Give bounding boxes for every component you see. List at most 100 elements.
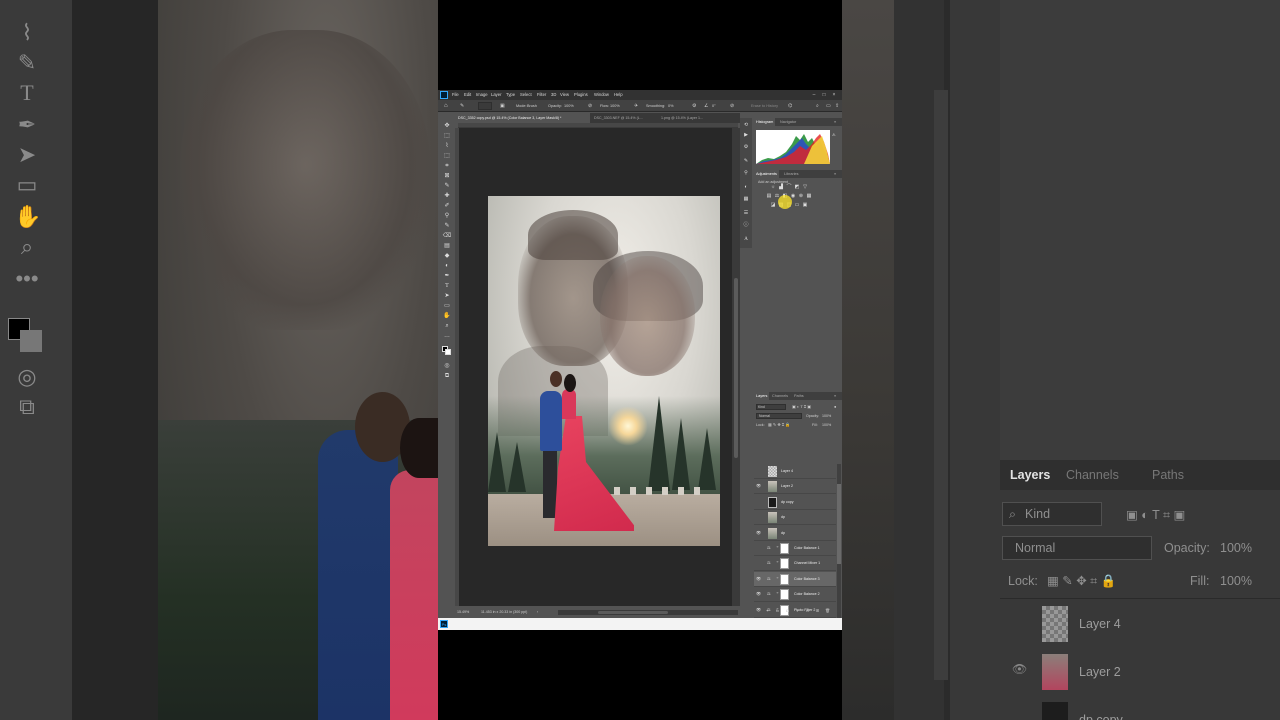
menu-type[interactable]: Type [506,90,515,100]
layer-thumbnail[interactable] [768,527,777,539]
photoshop-taskbar-icon[interactable]: Ps [440,620,448,628]
new-layer-icon[interactable]: ⊞ [814,607,821,615]
brush-tool-icon[interactable]: ✐ [442,202,452,210]
channel-mixer-icon[interactable]: ⊛ [798,193,804,199]
clone-stamp-tool-icon[interactable]: ⚲ [442,212,452,220]
gradient-map-icon[interactable]: ▭ [794,202,800,208]
airbrush-icon[interactable]: ✈ [634,102,638,110]
layer-row[interactable]: 👁 ⚖ ⚭ Color Balance 2 [754,587,836,603]
layer-thumbnail[interactable] [768,481,777,493]
layer-row[interactable]: 👁 dp [754,526,836,541]
add-mask-icon[interactable]: ◘ [784,607,791,615]
menu-3d[interactable]: 3D [551,90,556,100]
doc-tab-active[interactable]: DSC_3352 copy.psd @ 15.4% (Color Balance… [455,113,590,123]
more-tools-icon[interactable]: … [442,332,452,340]
mode-select[interactable]: Brush [527,102,537,110]
zoom-tool-icon[interactable]: ⌕ [442,322,452,330]
menu-window[interactable]: Window [594,90,609,100]
invert-icon[interactable]: ◪ [770,202,776,208]
healing-tool-icon[interactable]: ✚ [442,192,452,200]
link-layers-icon[interactable]: ⚭ [764,607,771,615]
quick-mask-icon[interactable]: ◎ [442,362,452,370]
layer-mask-thumbnail[interactable] [780,573,789,585]
eye-icon[interactable]: 👁 [756,483,761,488]
symmetry-icon[interactable]: ⌬ [788,102,792,110]
brush-preset-picker[interactable] [478,102,492,110]
brightness-icon[interactable]: ☼ [770,184,776,190]
tab-adjustments[interactable]: Adjustments [754,170,779,178]
gear-icon[interactable]: ⚙ [692,102,696,110]
layer-thumbnail[interactable] [768,466,777,477]
brush-settings-icon[interactable]: ▣ [500,102,505,110]
hue-saturation-icon[interactable]: ▤ [766,193,772,199]
vibrance-icon[interactable]: ▽ [802,184,808,190]
erase-to-history-checkbox[interactable]: Erase to History [751,102,778,110]
tab-layers[interactable]: Layers [754,392,770,400]
brush-panel-icon[interactable]: ✎ [742,158,750,165]
trash-icon[interactable]: 🗑 [824,607,831,615]
menu-image[interactable]: Image [476,90,488,100]
hand-tool-icon[interactable]: ✋ [442,312,452,320]
scroll-thumb[interactable] [734,278,738,458]
pressure-size-icon[interactable]: ⊘ [730,102,734,110]
pressure-opacity-icon[interactable]: ⊘ [588,102,592,110]
doc-tab[interactable]: DSC_3303.NEF @ 15.4% (L... [591,113,657,123]
color-lookup-icon[interactable]: ▦ [806,193,812,199]
blur-tool-icon[interactable]: ◆ [442,252,452,260]
link-icon[interactable]: ⚭ [776,560,779,564]
filter-toggle-icon[interactable]: ● [834,403,836,411]
history-brush-icon[interactable]: ✎ [460,102,464,110]
adjustment-layer-icon[interactable]: ⚖ [767,545,771,550]
eye-icon[interactable]: 👁 [756,591,761,596]
link-icon[interactable]: ⚭ [776,576,779,580]
properties-panel-icon[interactable]: ⚙ [742,144,750,151]
new-group-icon[interactable]: ▭ [804,607,811,615]
panel-menu-icon[interactable]: ≡ [832,392,838,400]
menu-select[interactable]: Select [520,90,532,100]
adjust-panel-icon[interactable]: ☰ [742,210,750,217]
rectangle-tool-icon[interactable]: ▭ [442,302,452,310]
screen-mode-icon[interactable]: ⧉ [442,372,452,380]
clone-source-icon[interactable]: ⚲ [742,170,750,177]
color-panel-icon[interactable]: ◐ [742,184,750,191]
marquee-tool-icon[interactable]: ⬚ [442,132,452,140]
layer-row[interactable]: 👁 Layer 2 [754,479,836,495]
eraser-tool-icon[interactable]: ⌫ [442,232,452,240]
workspace-icon[interactable]: ▭ [826,102,831,110]
eyedropper-tool-icon[interactable]: ✎ [442,182,452,190]
opacity-value[interactable]: 100% [564,102,574,110]
zoom-level[interactable]: 15.49% [457,608,469,616]
move-tool-icon[interactable]: ✥ [442,122,452,130]
minimize-button[interactable]: – [810,91,818,99]
fx-icon[interactable]: fx [774,607,781,615]
tab-libraries[interactable]: Libraries [782,170,801,178]
document-image[interactable] [488,196,720,546]
background-color-swatch[interactable] [445,349,451,355]
layer-mask-thumbnail[interactable] [780,589,789,601]
link-icon[interactable]: ⚭ [776,545,779,549]
actions-panel-icon[interactable]: ▶ [742,132,750,139]
lasso-tool-icon[interactable]: ⌇ [442,142,452,150]
scroll-thumb[interactable] [598,611,668,614]
kind-filter[interactable]: Kind [756,404,786,410]
menu-edit[interactable]: Edit [464,90,471,100]
eye-icon[interactable]: 👁 [756,576,761,581]
adjustment-layer-icon[interactable]: ⚖ [767,591,771,596]
menu-plugins[interactable]: Plugins [574,90,588,100]
layer-row[interactable]: dp copy [754,495,836,510]
layer-filter-icons[interactable]: ▣ ◐ T ⌗ ▣ [792,403,811,411]
layer-row[interactable]: ⚖ ⚭ Color Balance 1 [754,541,836,556]
close-button[interactable]: × [830,91,838,99]
adjustment-layer-icon[interactable]: ⚖ [767,576,771,581]
flow-value[interactable]: 100% [610,102,620,110]
menu-view[interactable]: View [560,90,569,100]
status-arrow-icon[interactable]: › [537,608,538,616]
tab-channels[interactable]: Channels [770,392,790,400]
scroll-thumb[interactable] [837,484,841,564]
doc-tab[interactable]: 1.png @ 15.4% (Layer 1... [658,113,718,123]
vertical-scrollbar[interactable] [732,128,740,606]
panel-menu-icon[interactable]: ≡ [832,170,838,178]
character-panel-icon[interactable]: A [742,236,750,243]
swatches-panel-icon[interactable]: ▦ [742,196,750,203]
layer-thumbnail[interactable] [768,496,777,508]
